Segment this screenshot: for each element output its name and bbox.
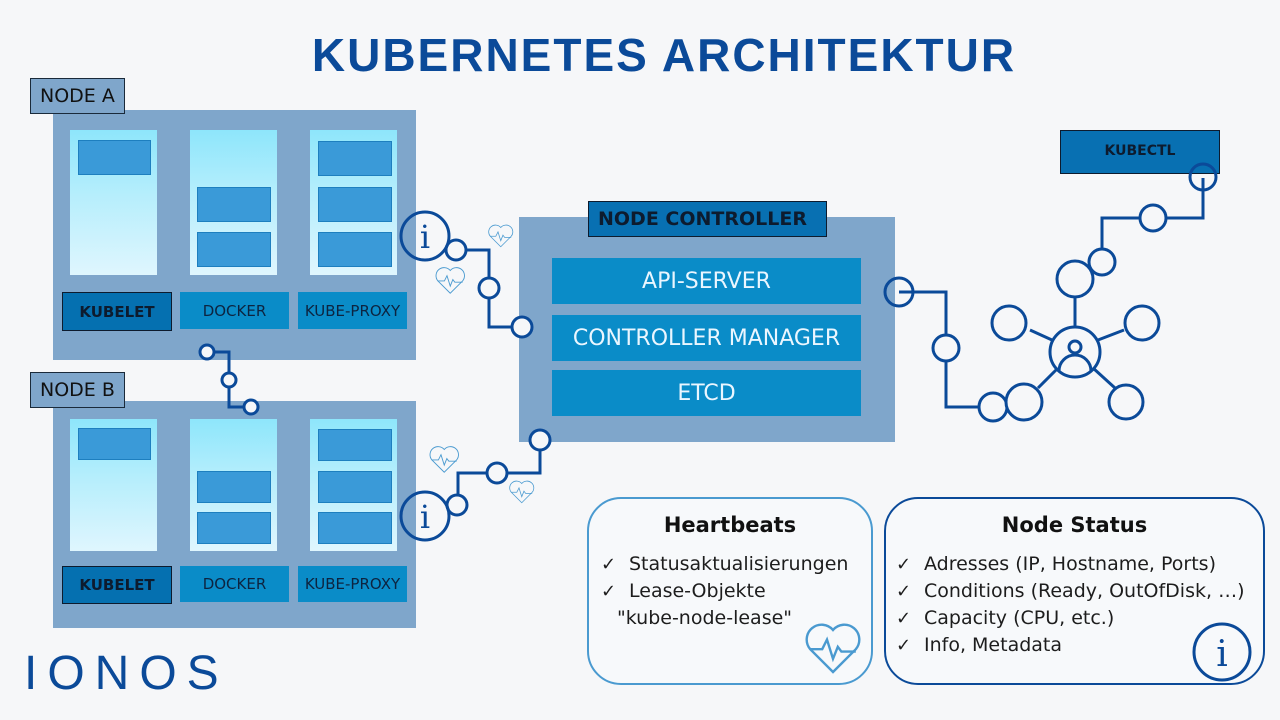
heartbeats-box: Heartbeats ✓ Statusaktualisierungen ✓ Leas… bbox=[587, 497, 873, 685]
node-a-link-line bbox=[456, 248, 522, 329]
api-server: API-SERVER bbox=[552, 258, 861, 304]
container bbox=[197, 471, 271, 503]
pod bbox=[78, 140, 151, 175]
connector-node bbox=[444, 238, 468, 262]
info-glyph: i bbox=[420, 218, 430, 256]
container bbox=[197, 232, 271, 267]
node-a-kubelet: KUBELET bbox=[62, 292, 172, 331]
node-status-title: Node Status bbox=[1001, 513, 1148, 537]
node-b-docker: DOCKER bbox=[180, 566, 289, 602]
list-item: ✓ Capacity (CPU, etc.) bbox=[896, 605, 1263, 632]
node-a-label: NODE A bbox=[30, 78, 125, 114]
hub-node bbox=[1123, 304, 1161, 342]
user-body bbox=[1057, 353, 1093, 372]
node-b-kubelet: KUBELET bbox=[62, 566, 172, 604]
hub-spoke bbox=[1029, 328, 1053, 342]
hub-node bbox=[1055, 259, 1095, 299]
proxy-rule bbox=[318, 187, 392, 222]
list-item: ✓ Conditions (Ready, OutOfDisk, …) bbox=[896, 578, 1263, 605]
proxy-rule bbox=[318, 141, 392, 176]
hub-node bbox=[990, 304, 1028, 342]
proxy-rule bbox=[318, 512, 392, 544]
check-icon: ✓ bbox=[601, 554, 617, 575]
connector-node bbox=[220, 371, 238, 389]
hub-spoke bbox=[1097, 328, 1125, 342]
check-icon: ✓ bbox=[896, 635, 912, 656]
node-a-docker: DOCKER bbox=[180, 292, 289, 329]
heartbeat-icon bbox=[429, 446, 459, 473]
connector-node bbox=[977, 391, 1009, 423]
ionos-logo: IONOS bbox=[24, 647, 229, 700]
check-icon: ✓ bbox=[896, 608, 912, 629]
node-a-kube-proxy: KUBE-PROXY bbox=[298, 292, 407, 329]
list-item: ✓ Adresses (IP, Hostname, Ports) bbox=[896, 551, 1263, 578]
kubectl-link-line bbox=[1100, 178, 1205, 262]
check-icon: ✓ bbox=[601, 581, 617, 602]
info-glyph: i bbox=[420, 498, 430, 536]
pod bbox=[78, 428, 151, 460]
node-b-link-line bbox=[456, 440, 542, 507]
proxy-rule bbox=[318, 232, 392, 267]
etcd: ETCD bbox=[552, 370, 861, 416]
hub-spoke bbox=[1091, 366, 1117, 390]
check-icon: ✓ bbox=[896, 581, 912, 602]
node-link-line bbox=[207, 350, 251, 409]
connector-node bbox=[1138, 203, 1168, 233]
list-item-continuation: "kube-node-lease" bbox=[617, 607, 793, 629]
list-item: ✓ Info, Metadata bbox=[896, 632, 1263, 659]
page-title: KUBERNETES ARCHITEKTUR bbox=[311, 29, 1017, 81]
list-item: ✓ Lease-Objekte bbox=[601, 578, 871, 605]
connector-node bbox=[931, 333, 961, 363]
list-item: ✓ Statusaktualisierungen bbox=[601, 551, 871, 578]
container bbox=[197, 187, 271, 222]
node-b-kube-proxy: KUBE-PROXY bbox=[298, 566, 407, 602]
heartbeat-icon bbox=[435, 267, 465, 294]
hub-node bbox=[1107, 383, 1145, 421]
node-status-box: Node Status ✓ Adresses (IP, Hostname, Por… bbox=[884, 497, 1265, 685]
kubectl-box: KUBECTL bbox=[1060, 130, 1220, 174]
connector-node bbox=[445, 493, 469, 517]
check-icon: ✓ bbox=[896, 554, 912, 575]
hub-node bbox=[1004, 382, 1044, 422]
node-b-label: NODE B bbox=[30, 372, 125, 408]
hub-spoke bbox=[1036, 366, 1060, 390]
heartbeat-icon bbox=[509, 480, 535, 504]
proxy-rule bbox=[318, 471, 392, 503]
user-head bbox=[1067, 339, 1083, 355]
connector-node bbox=[477, 276, 501, 300]
container bbox=[197, 512, 271, 544]
connector-node bbox=[1087, 247, 1117, 277]
heartbeat-icon bbox=[488, 224, 514, 248]
proxy-rule bbox=[318, 429, 392, 461]
connector-node bbox=[485, 461, 509, 485]
user-network-hub bbox=[1048, 325, 1102, 379]
node-controller-label: NODE CONTROLLER bbox=[588, 201, 827, 237]
controller-link-line bbox=[899, 290, 993, 409]
heartbeats-title: Heartbeats bbox=[663, 513, 797, 537]
controller-manager: CONTROLLER MANAGER bbox=[552, 315, 861, 361]
